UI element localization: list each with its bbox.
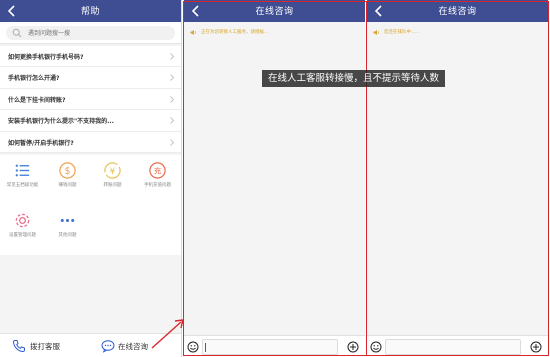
notice-text: 正在为您转接人工服务，请稍候...	[201, 30, 269, 35]
chevron-right-icon	[170, 95, 175, 103]
help-navbar: 帮助	[0, 0, 181, 22]
search-input[interactable]	[28, 26, 168, 40]
category-label: 赚钱问题	[58, 183, 77, 188]
faq-item[interactable]: 如何更换手机银行手机号码?	[0, 46, 181, 68]
online-consult-label: 在线咨询	[118, 342, 148, 351]
emoji-icon[interactable]	[187, 341, 199, 353]
system-notice: 正在为您转接人工服务，请稍候...	[190, 28, 360, 38]
system-notice: 您还在排队中......	[373, 28, 543, 38]
chat-input-bar	[184, 335, 365, 357]
recharge-icon: 充	[149, 162, 166, 179]
plus-icon[interactable]	[347, 341, 359, 353]
category-label: 手机充值问题	[144, 183, 171, 188]
help-bottom-bar: 拨打客服 在线咨询	[0, 333, 181, 357]
svg-text:充: 充	[154, 166, 162, 176]
category-recharge[interactable]: 充 手机充值问题	[135, 155, 180, 205]
category-common[interactable]: 常见五档级功能	[0, 155, 45, 205]
speaker-icon	[190, 30, 196, 35]
chevron-right-icon	[170, 74, 175, 82]
category-other[interactable]: 其他问题	[45, 205, 90, 255]
more-dots-icon	[60, 218, 75, 223]
yen-transfer-icon: ¥	[104, 162, 121, 179]
category-earning[interactable]: $ 赚钱问题	[45, 155, 90, 205]
online-consult-button[interactable]: 在线咨询	[91, 334, 181, 357]
faq-item[interactable]: 手机银行怎么开通?	[0, 67, 181, 89]
category-settings[interactable]: 设置管理问题	[0, 205, 45, 255]
faq-question: 如何更换手机银行手机号码?	[8, 54, 84, 61]
panel-divider	[366, 2, 367, 355]
svg-text:$: $	[64, 166, 70, 177]
chat-title: 在线咨询	[255, 7, 294, 17]
list-icon	[15, 164, 30, 177]
category-label: 其他问题	[58, 233, 77, 238]
search-box[interactable]	[6, 26, 175, 40]
chat-screen-queueing: 在线咨询 您还在排队中......	[367, 0, 548, 357]
search-icon	[12, 28, 22, 38]
call-service-label: 拨打客服	[30, 342, 60, 351]
text-cursor	[205, 343, 206, 352]
phone-icon	[12, 340, 25, 353]
search-bar	[0, 22, 181, 44]
category-grid: 常见五档级功能 $ 赚钱问题 ¥ 转账问题 充 手机充值问题 设置管理问题 其他…	[0, 155, 181, 255]
faq-question: 如何暂停/开启手机银行?	[8, 139, 74, 147]
chat-title: 在线咨询	[438, 7, 477, 17]
annotation-caption: 在线人工客服转接慢，且不提示等待人数	[262, 70, 446, 87]
chat-navbar: 在线咨询	[184, 0, 365, 22]
dollar-icon: $	[59, 162, 76, 179]
category-label: 常见五档级功能	[6, 183, 39, 188]
chevron-right-icon	[170, 138, 175, 146]
faq-question: 安装手机银行为什么提示"不支持我的...	[8, 118, 114, 126]
chat-input-bar	[367, 335, 548, 357]
help-screen: 帮助 如何更换手机银行手机号码? 手机银行怎么开通? 什么是下挂卡间转账? 安装…	[0, 0, 182, 357]
notice-text: 您还在排队中......	[384, 30, 420, 35]
faq-item[interactable]: 安装手机银行为什么提示"不支持我的...	[0, 110, 181, 132]
chat-navbar: 在线咨询	[367, 0, 548, 22]
call-service-button[interactable]: 拨打客服	[0, 334, 90, 357]
category-transfer[interactable]: ¥ 转账问题	[90, 155, 135, 205]
chat-bubble-icon	[101, 340, 115, 353]
svg-text:¥: ¥	[110, 167, 116, 177]
faq-list: 如何更换手机银行手机号码? 手机银行怎么开通? 什么是下挂卡间转账? 安装手机银…	[0, 46, 181, 153]
plus-icon[interactable]	[530, 341, 542, 353]
gear-icon	[15, 213, 30, 228]
chevron-right-icon	[170, 117, 175, 125]
faq-question: 什么是下挂卡间转账?	[8, 96, 66, 104]
chat-screen-connecting: 在线咨询 正在为您转接人工服务，请稍候...	[184, 0, 365, 357]
category-label: 转账问题	[103, 183, 122, 188]
faq-item[interactable]: 如何暂停/开启手机银行?	[0, 132, 181, 153]
category-label: 设置管理问题	[9, 233, 36, 238]
message-input[interactable]	[385, 339, 521, 355]
page-title: 帮助	[80, 7, 100, 17]
faq-item[interactable]: 什么是下挂卡间转账?	[0, 89, 181, 111]
chevron-right-icon	[170, 53, 175, 60]
message-input[interactable]	[202, 339, 338, 355]
speaker-icon	[373, 30, 379, 35]
emoji-icon[interactable]	[370, 341, 382, 353]
faq-question: 手机银行怎么开通?	[8, 75, 60, 83]
